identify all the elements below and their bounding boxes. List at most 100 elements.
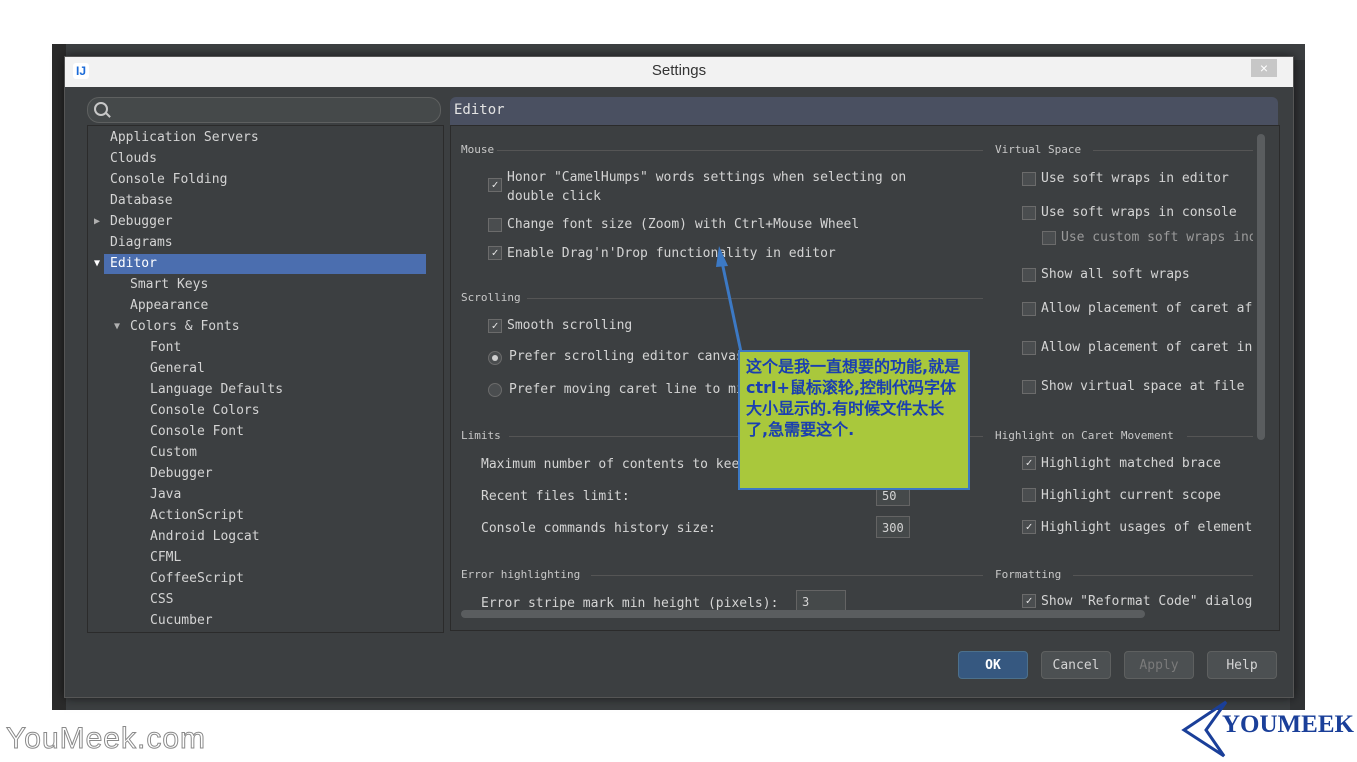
caret-after-eol-label: Allow placement of caret after end of li…	[1041, 301, 1253, 316]
close-button[interactable]: ×	[1251, 59, 1277, 77]
tree-item[interactable]: General	[104, 359, 426, 379]
console-history-input[interactable]: 300	[876, 516, 910, 538]
tree-item[interactable]: Java	[104, 485, 426, 505]
section-mouse: Mouse	[461, 143, 495, 156]
title-bar: IJ Settings ×	[65, 57, 1293, 87]
tree-item-label: Cucumber	[150, 613, 213, 628]
zoom-label: Change font size (Zoom) with Ctrl+Mouse …	[507, 217, 860, 232]
watermark-left: YouMeek.com	[6, 722, 206, 756]
tree-item[interactable]: Application Servers	[104, 128, 426, 148]
smooth-scrolling-checkbox[interactable]: ✓	[488, 319, 502, 333]
dragdrop-checkbox[interactable]: ✓	[488, 246, 502, 260]
tree-item-label: Clouds	[110, 151, 157, 166]
camelhumps-label-1: Honor "CamelHumps" words settings when s…	[507, 170, 907, 185]
tree-item[interactable]: Custom	[104, 443, 426, 463]
section-error-highlighting: Error highlighting	[461, 568, 581, 581]
panel-vertical-scrollbar[interactable]	[1257, 134, 1265, 440]
tree-item-label: Smart Keys	[130, 277, 209, 292]
tree-item[interactable]: Console Colors	[104, 401, 426, 421]
panel-horizontal-scrollbar[interactable]	[461, 610, 1145, 618]
tree-item[interactable]: ▼ Editor	[94, 254, 426, 274]
tree-item[interactable]: Cucumber	[104, 611, 426, 631]
separator	[1073, 575, 1253, 576]
ok-button[interactable]: OK	[958, 651, 1028, 679]
tree-item-label: ActionScript	[150, 508, 244, 523]
tree-item-label: CSS	[150, 592, 174, 607]
tree-item-label: Console Folding	[110, 172, 228, 187]
tree-item-label: Editor	[110, 256, 157, 271]
tree-item[interactable]: ▶ Debugger	[94, 212, 426, 232]
soft-wraps-console-checkbox[interactable]	[1022, 206, 1036, 220]
tree-item[interactable]: Diagrams	[104, 233, 426, 253]
caret-inside-tabs-checkbox[interactable]	[1022, 341, 1036, 355]
separator	[1187, 436, 1253, 437]
custom-soft-wraps-label: Use custom soft wraps indent	[1061, 230, 1253, 245]
tree-item-label: Diagrams	[110, 235, 173, 250]
prefer-canvas-radio[interactable]	[488, 351, 502, 365]
section-highlight-caret: Highlight on Caret Movement	[995, 429, 1174, 442]
tree-item[interactable]: Console Folding	[104, 170, 426, 190]
expand-down-icon[interactable]: ▼	[114, 317, 120, 337]
tree-item-label: Colors & Fonts	[130, 319, 240, 334]
tree-item-label: Console Colors	[150, 403, 260, 418]
tree-item-label: Console Font	[150, 424, 244, 439]
tree-item-label: CFML	[150, 550, 182, 565]
show-soft-wraps-checkbox[interactable]	[1022, 268, 1036, 282]
highlight-usages-checkbox[interactable]: ✓	[1022, 520, 1036, 534]
virtual-space-label: Show virtual space at file bottom	[1041, 379, 1253, 394]
tree-item[interactable]: Database	[104, 191, 426, 211]
camelhumps-label-2: double click	[507, 189, 601, 204]
settings-dialog: IJ Settings × Application Servers Clouds C…	[64, 56, 1294, 698]
show-soft-wraps-label: Show all soft wraps	[1041, 267, 1190, 282]
highlight-brace-label: Highlight matched brace	[1041, 456, 1222, 471]
caret-after-eol-checkbox[interactable]	[1022, 302, 1036, 316]
tree-item-label: Application Servers	[110, 130, 259, 145]
custom-soft-wraps-checkbox[interactable]	[1042, 231, 1056, 245]
expand-right-icon[interactable]: ▶	[94, 212, 100, 232]
tree-item[interactable]: CFML	[104, 548, 426, 568]
caret-inside-tabs-label: Allow placement of caret inside tabs	[1041, 340, 1253, 355]
virtual-space-checkbox[interactable]	[1022, 380, 1036, 394]
help-button[interactable]: Help	[1207, 651, 1277, 679]
soft-wraps-editor-checkbox[interactable]	[1022, 172, 1036, 186]
section-limits: Limits	[461, 429, 501, 442]
highlight-brace-checkbox[interactable]: ✓	[1022, 456, 1036, 470]
tree-item[interactable]: Clouds	[104, 149, 426, 169]
tree-item-label: CoffeeScript	[150, 571, 244, 586]
prefer-caret-radio[interactable]	[488, 383, 502, 397]
tree-item[interactable]: Font	[104, 338, 426, 358]
panel-title: Editor	[454, 102, 505, 118]
highlight-group: ✓ Highlight matched brace Highlight curr…	[995, 444, 1253, 544]
tree-item-label: Debugger	[150, 466, 213, 481]
tree-item[interactable]: Appearance	[104, 296, 426, 316]
reformat-dialog-checkbox[interactable]: ✓	[1022, 594, 1036, 608]
camelhumps-checkbox[interactable]: ✓	[488, 178, 502, 192]
tree-item[interactable]: Smart Keys	[104, 275, 426, 295]
panel-header: Editor	[450, 97, 1278, 125]
cancel-button[interactable]: Cancel	[1041, 651, 1111, 679]
tree-item[interactable]: ActionScript	[104, 506, 426, 526]
stripe-height-input[interactable]: 3	[796, 590, 846, 612]
formatting-group: ✓ Show "Reformat Code" dialog	[995, 582, 1253, 612]
tree-item[interactable]: CoffeeScript	[104, 569, 426, 589]
tree-item[interactable]: Language Defaults	[104, 380, 426, 400]
search-icon	[94, 102, 108, 116]
tree-item[interactable]: CSS	[104, 590, 426, 610]
tree-item-label: Java	[150, 487, 182, 502]
tree-item[interactable]: Debugger	[104, 464, 426, 484]
tree-item[interactable]: ▼ Colors & Fonts	[104, 317, 426, 337]
apply-button[interactable]: Apply	[1124, 651, 1194, 679]
zoom-checkbox[interactable]	[488, 218, 502, 232]
tree-item-label: Font	[150, 340, 182, 355]
tree-item[interactable]: Console Font	[104, 422, 426, 442]
tree-item-label: Android Logcat	[150, 529, 260, 544]
annotation-note: 这个是我一直想要的功能,就是ctrl+鼠标滚轮,控制代码字体大小显示的.有时候文…	[738, 350, 970, 490]
settings-tree[interactable]: Application Servers Clouds Console Folding…	[87, 125, 444, 633]
virtual-space-group: Use soft wraps in editor Use soft wraps …	[995, 160, 1253, 440]
highlight-scope-checkbox[interactable]	[1022, 488, 1036, 502]
tree-item-label: Language Defaults	[150, 382, 284, 397]
expand-down-icon[interactable]: ▼	[94, 254, 100, 274]
separator	[1093, 150, 1253, 151]
settings-search-input[interactable]	[87, 97, 441, 123]
tree-item[interactable]: Android Logcat	[104, 527, 426, 547]
